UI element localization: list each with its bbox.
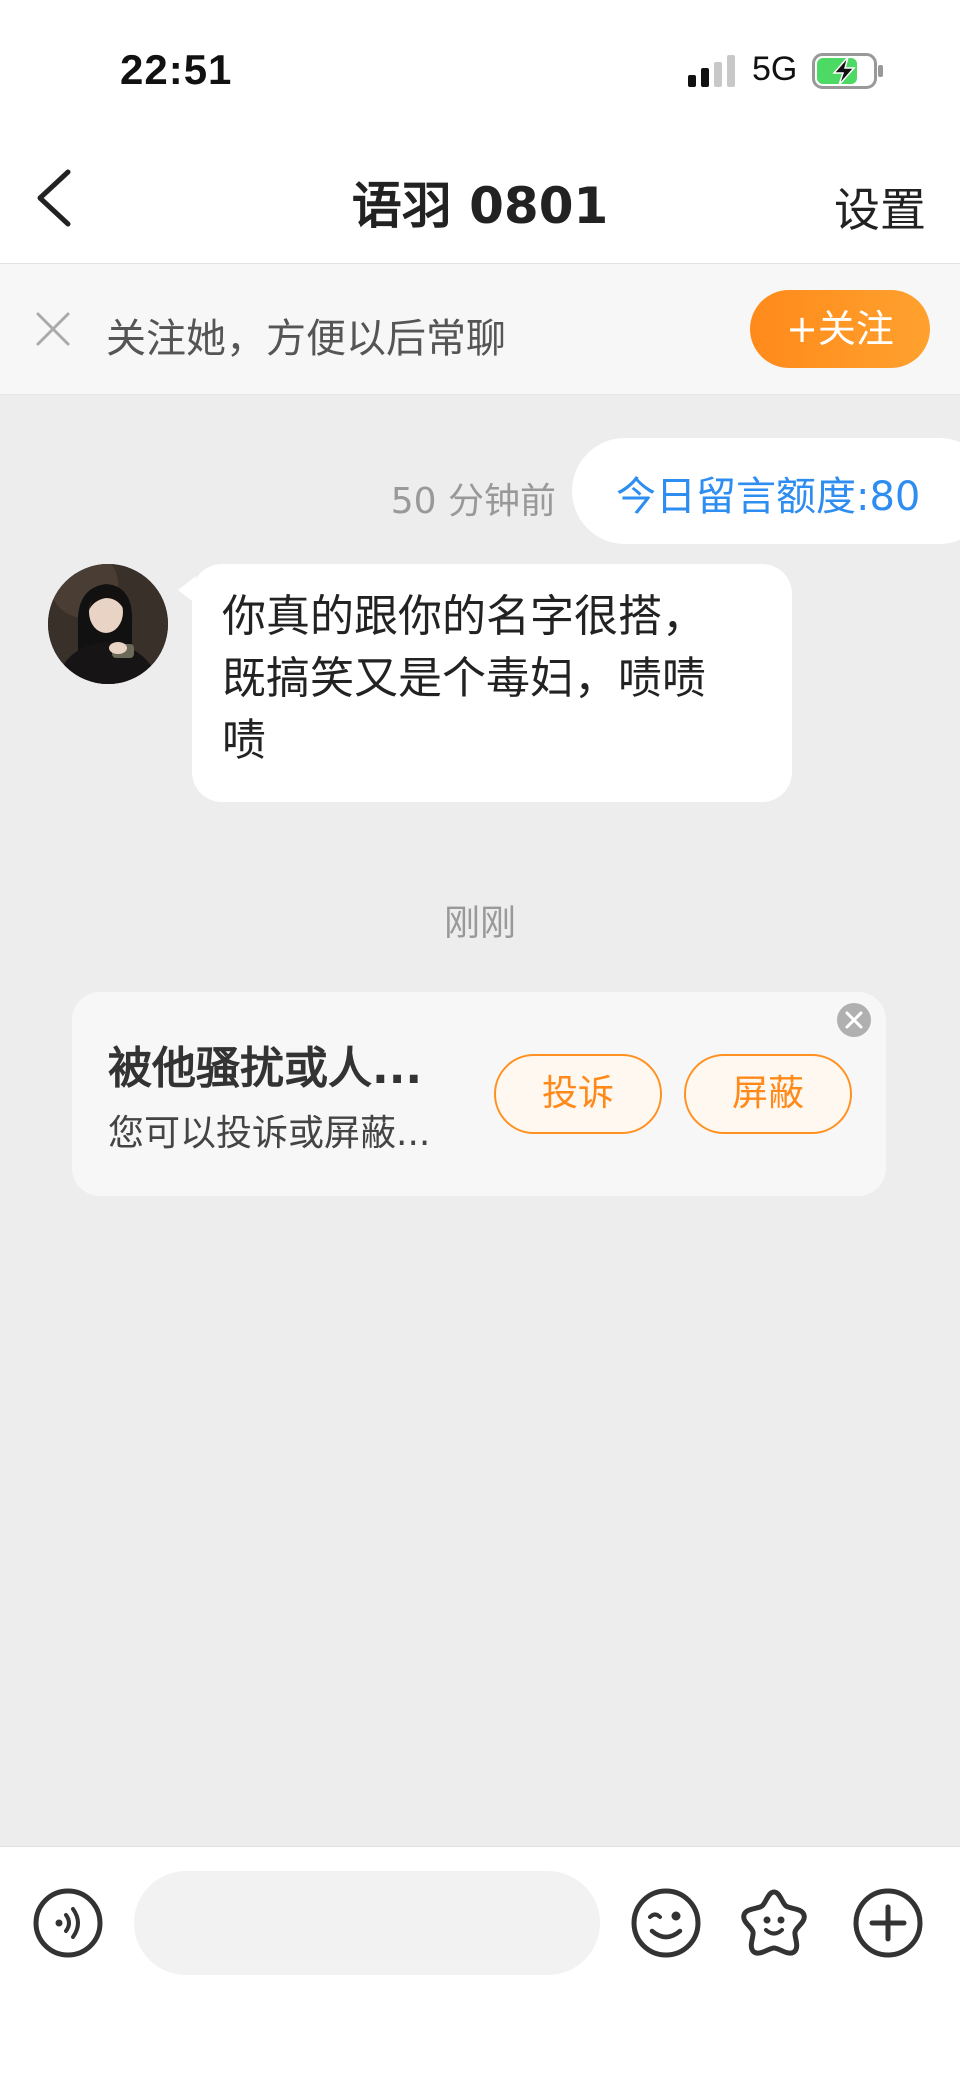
quota-badge[interactable]: 今日留言额度:80 [572, 438, 960, 544]
input-bar [0, 1846, 960, 2080]
card-subtitle: 您可以投诉或屏蔽... [108, 1113, 431, 1154]
settings-button[interactable]: 设置 [834, 174, 926, 240]
network-label: 5G [752, 50, 798, 88]
page-title: 语羽 0801 [351, 177, 609, 235]
battery-charging-icon [812, 53, 883, 89]
avatar-portrait-icon [48, 564, 168, 684]
avatar[interactable] [48, 564, 168, 684]
follow-button[interactable]: +关注 [750, 290, 930, 368]
follow-bar: 关注她，方便以后常聊 +关注 [0, 264, 960, 395]
voice-icon[interactable] [32, 1887, 104, 1959]
signal-icon [688, 55, 735, 87]
message-time: 50 分钟前 [390, 481, 556, 522]
message-text: 你真的跟你的名字很搭， 既搞笑又是个毒妇，啧啧 啧 [222, 591, 706, 766]
report-button[interactable]: 投诉 [494, 1054, 662, 1134]
status-time: 22:51 [120, 46, 233, 93]
sticker-icon[interactable] [738, 1887, 810, 1959]
system-time: 刚刚 [443, 903, 516, 944]
message-bubble[interactable]: 你真的跟你的名字很搭， 既搞笑又是个毒妇，啧啧 啧 [178, 564, 792, 802]
close-icon[interactable] [34, 310, 72, 348]
close-circle-icon[interactable] [836, 1002, 872, 1038]
status-bar: 22:51 5G [0, 0, 960, 130]
follow-hint-text: 关注她，方便以后常聊 [106, 316, 506, 362]
nav-bar: 语羽 0801 设置 [0, 130, 960, 264]
card-title: 被他骚扰或人... [108, 1043, 423, 1094]
message-input[interactable] [134, 1871, 600, 1975]
harassment-card: 被他骚扰或人... 您可以投诉或屏蔽... 投诉 屏蔽 [72, 992, 886, 1196]
block-button[interactable]: 屏蔽 [684, 1054, 852, 1134]
plus-icon[interactable] [852, 1887, 924, 1959]
emoji-icon[interactable] [630, 1887, 702, 1959]
quota-label: 今日留言额度:80 [616, 474, 921, 520]
